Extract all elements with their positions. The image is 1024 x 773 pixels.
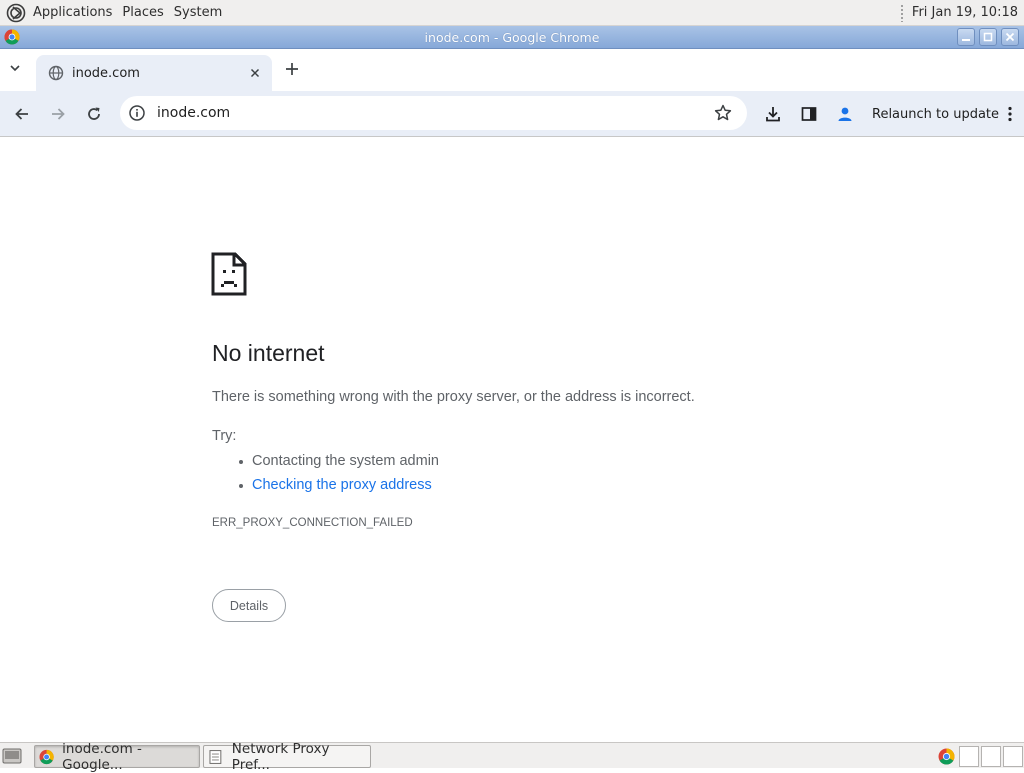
chrome-icon bbox=[39, 749, 54, 764]
sad-page-icon bbox=[211, 252, 247, 296]
maximize-icon bbox=[983, 32, 993, 42]
downloads-button[interactable] bbox=[761, 102, 785, 126]
window-title: inode.com - Google Chrome bbox=[424, 29, 600, 45]
page-content: No internet There is something wrong wit… bbox=[0, 137, 1024, 742]
check-proxy-link[interactable]: Checking the proxy address bbox=[239, 476, 439, 500]
tab-inode[interactable]: inode.com bbox=[36, 55, 272, 91]
plus-icon bbox=[286, 63, 298, 75]
arrow-left-icon bbox=[15, 108, 28, 120]
download-icon bbox=[766, 107, 780, 122]
workspace-3[interactable] bbox=[1003, 746, 1023, 767]
applications-menu[interactable]: Applications bbox=[33, 5, 112, 20]
workspace-1[interactable] bbox=[959, 746, 979, 767]
maximize-button[interactable] bbox=[979, 28, 997, 46]
bookmark-star-icon[interactable] bbox=[713, 103, 733, 123]
url-text[interactable]: inode.com bbox=[157, 105, 713, 121]
tab-strip: inode.com bbox=[0, 49, 1024, 91]
profile-avatar-icon bbox=[838, 107, 852, 121]
chrome-tray-icon[interactable] bbox=[938, 748, 955, 765]
error-title: No internet bbox=[212, 340, 325, 366]
browser-toolbar: inode.com Relaunch to update bbox=[0, 91, 1024, 137]
arrow-right-icon bbox=[52, 108, 65, 120]
minimize-icon bbox=[962, 39, 970, 41]
side-panel-button[interactable] bbox=[797, 102, 821, 126]
more-vert-icon bbox=[1008, 106, 1012, 122]
error-description: There is something wrong with the proxy … bbox=[212, 389, 695, 405]
workspace-2[interactable] bbox=[981, 746, 1001, 767]
network-proxy-icon bbox=[209, 749, 222, 764]
top-panel: Applications Places System Fri Jan 19, 1… bbox=[0, 0, 1024, 26]
address-bar[interactable]: inode.com bbox=[120, 96, 747, 130]
site-info-icon[interactable] bbox=[128, 104, 146, 122]
suggestions-list: Contacting the system admin Checking the… bbox=[239, 452, 439, 500]
panel-clock[interactable]: Fri Jan 19, 10:18 bbox=[912, 5, 1018, 20]
system-menu[interactable]: System bbox=[174, 5, 222, 20]
taskbar-item-chrome[interactable]: inode.com - Google... bbox=[34, 741, 200, 773]
places-menu[interactable]: Places bbox=[122, 5, 163, 20]
globe-icon bbox=[48, 65, 64, 81]
error-code: ERR_PROXY_CONNECTION_FAILED bbox=[212, 517, 413, 529]
window-title-bar[interactable]: inode.com - Google Chrome bbox=[0, 26, 1024, 49]
minimize-button[interactable] bbox=[957, 28, 975, 46]
reload-button[interactable] bbox=[82, 102, 106, 126]
try-label: Try: bbox=[212, 428, 237, 444]
suggestion-contact-admin: Contacting the system admin bbox=[239, 452, 439, 476]
relaunch-label: Relaunch to update bbox=[872, 106, 1000, 122]
tab-search-button[interactable] bbox=[4, 57, 26, 79]
distro-logo-icon[interactable] bbox=[6, 3, 26, 23]
close-icon bbox=[1005, 32, 1015, 42]
close-window-button[interactable] bbox=[1001, 28, 1019, 46]
panel-grip-handle[interactable] bbox=[899, 3, 904, 22]
forward-button[interactable] bbox=[46, 102, 70, 126]
close-icon bbox=[250, 68, 260, 78]
profile-button[interactable] bbox=[833, 102, 857, 126]
back-button[interactable] bbox=[10, 102, 34, 126]
tab-title: inode.com bbox=[72, 65, 140, 81]
details-button[interactable]: Details bbox=[212, 589, 286, 622]
new-tab-button[interactable] bbox=[282, 59, 302, 79]
relaunch-to-update-button[interactable]: Relaunch to update bbox=[872, 100, 1013, 128]
show-desktop-icon[interactable] bbox=[2, 747, 22, 765]
bottom-taskbar: inode.com - Google... Network Proxy Pref… bbox=[0, 741, 1024, 773]
reload-icon bbox=[88, 107, 100, 120]
taskbar-item-network-proxy[interactable]: Network Proxy Pref... bbox=[203, 741, 371, 773]
chevron-down-icon bbox=[10, 65, 20, 72]
side-panel-icon bbox=[801, 107, 817, 121]
tab-close-button[interactable] bbox=[246, 64, 264, 82]
